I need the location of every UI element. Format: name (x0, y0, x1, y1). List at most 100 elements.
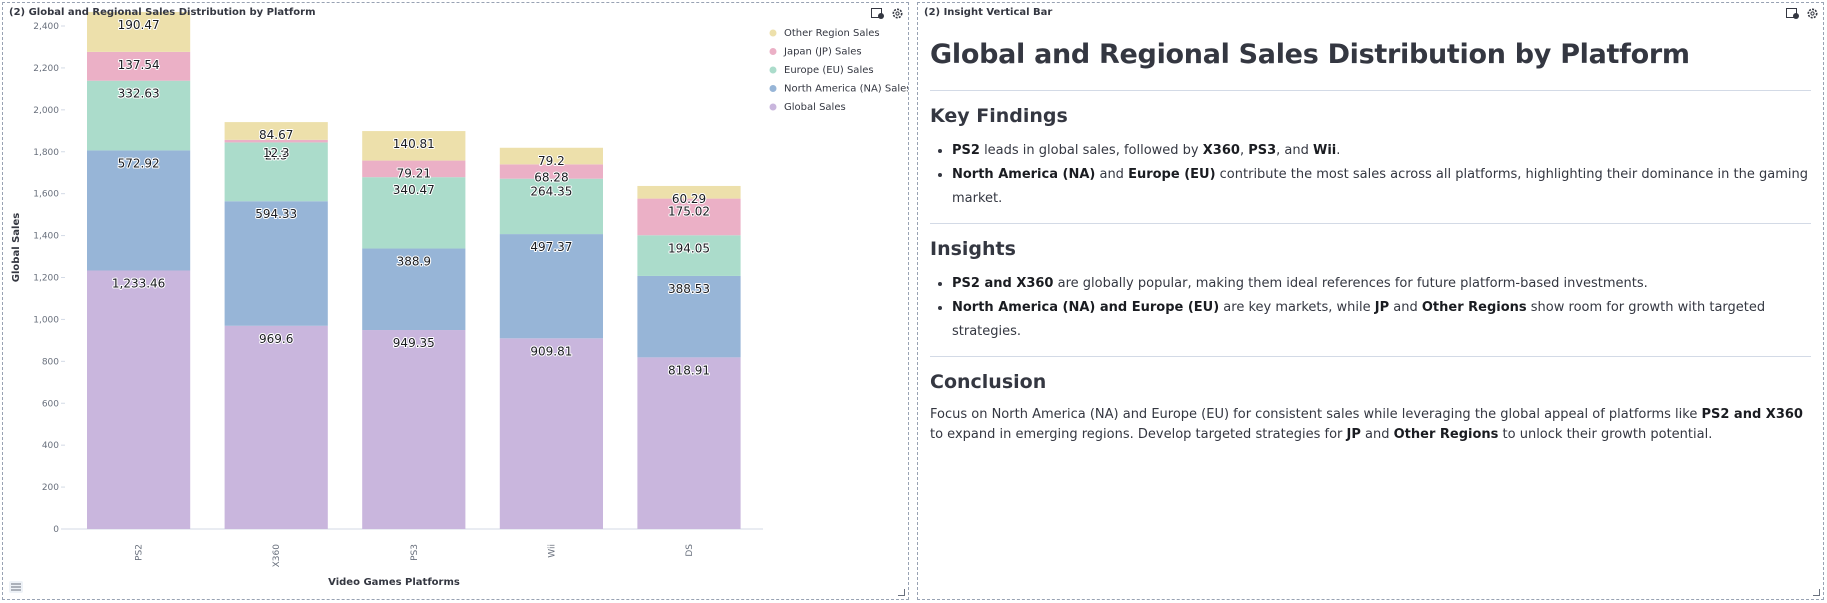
list-item-emphasis: PS3 (1248, 143, 1277, 158)
y-tick-label: 1,000 (33, 315, 59, 325)
list-item-emphasis: North America (NA) (952, 167, 1096, 182)
y-tick-label: 2,400 (33, 22, 59, 32)
legend-swatch (769, 103, 777, 111)
bar-segment (499, 338, 603, 529)
bar-data-label: 190.47 (118, 18, 160, 32)
insights-list: PS2 and X360 are globally popular, makin… (930, 272, 1811, 344)
paragraph-emphasis: Other Regions (1393, 427, 1499, 442)
list-item-text: and (1389, 300, 1422, 315)
x-axis-title: Video Games Platforms (328, 577, 460, 588)
insight-content: Global and Regional Sales Distribution b… (930, 27, 1811, 455)
insight-title: Global and Regional Sales Distribution b… (930, 39, 1690, 70)
bar-data-label: 340.47 (393, 183, 435, 197)
key-findings-heading: Key Findings (930, 105, 1068, 127)
list-item: PS2 leads in global sales, followed by X… (952, 139, 1811, 163)
gear-icon[interactable] (890, 6, 904, 20)
list-item-emphasis: PS2 and X360 (952, 276, 1054, 291)
y-tick-label: 600 (42, 399, 59, 409)
divider (930, 90, 1811, 91)
bar-data-label: 84.67 (259, 128, 293, 142)
y-tick-label: 1,200 (33, 274, 59, 284)
y-tick-label: 0 (53, 525, 59, 535)
list-item-emphasis: North America (NA) and Europe (EU) (952, 300, 1220, 315)
chart-panel: 0 200 400 600 800 1,000 1,200 1,400 1,600 1,800 2,… (2, 2, 909, 600)
list-item-emphasis: Europe (EU) (1128, 167, 1216, 182)
conclusion-heading: Conclusion (930, 371, 1047, 393)
list-item-text: , (1239, 143, 1249, 158)
legend-swatch (769, 85, 777, 92)
legend-item: North America (NA) Sales (784, 84, 908, 95)
bar-data-label: 175.02 (668, 205, 710, 219)
bar-data-label: 949.35 (393, 336, 435, 350)
bar-data-label: 497.37 (530, 240, 572, 254)
legend-item: Japan (JP) Sales (783, 47, 862, 58)
paragraph-text: to expand in emerging regions. Develop t… (930, 427, 1347, 442)
bar-data-label: 818.91 (668, 363, 710, 377)
x-tick-label: X360 (272, 544, 282, 568)
y-tick-label: 200 (42, 483, 59, 493)
export-icon[interactable] (870, 6, 884, 20)
bar-segment (87, 270, 191, 529)
list-item-emphasis: JP (1374, 300, 1390, 315)
list-item-emphasis: Wii (1313, 143, 1337, 158)
conclusion-text: Focus on North America (NA) and Europe (… (930, 405, 1811, 445)
y-tick-label: 1,600 (33, 190, 59, 200)
bar-data-label: 909.81 (530, 344, 572, 358)
list-item: North America (NA) and Europe (EU) contr… (952, 163, 1811, 211)
bar-segment (362, 330, 466, 529)
bar-data-label: 60.29 (672, 192, 706, 206)
legend-item: Other Region Sales (784, 28, 880, 39)
legend-item: Global Sales (784, 102, 846, 113)
divider (930, 356, 1811, 357)
bar-data-label: 332.63 (118, 87, 160, 101)
paragraph-text: to unlock their growth potential. (1498, 427, 1713, 442)
legend-item: Europe (EU) Sales (784, 65, 874, 76)
resize-handle[interactable] (898, 589, 905, 596)
y-axis-title: Global Sales (11, 213, 22, 282)
paragraph-text: Focus on North America (NA) and Europe (… (930, 407, 1702, 422)
list-item-text: are globally popular, making them ideal … (1053, 276, 1648, 291)
list-item-text: and (1095, 167, 1129, 182)
legend-swatch (769, 48, 777, 55)
list-item: PS2 and X360 are globally popular, makin… (952, 272, 1811, 296)
bar-segment (637, 357, 741, 529)
list-item-text: leads in global sales, followed by (979, 143, 1203, 158)
y-tick-label: 400 (42, 441, 59, 451)
stacked-bar-chart: 0 200 400 600 800 1,000 1,200 1,400 1,600 1,800 2,… (11, 11, 908, 588)
legend-swatch (769, 29, 777, 37)
bar-data-label: 969.6 (259, 332, 293, 346)
divider (930, 223, 1811, 224)
bar-data-label: 79.2 (538, 154, 565, 168)
bar-data-label: 594.33 (255, 207, 297, 221)
x-tick-label: PS3 (410, 544, 420, 561)
bar-data-label: 140.81 (393, 137, 435, 151)
bar-data-label: 68.28 (534, 170, 568, 184)
x-tick-label: Wii (547, 544, 557, 558)
bar-segment (224, 325, 328, 529)
chart-panel-actions (870, 6, 904, 20)
paragraph-emphasis: JP (1346, 427, 1361, 442)
bar-data-label: 264.35 (530, 185, 572, 199)
export-icon[interactable] (1785, 6, 1799, 20)
bar-data-label: 388.9 (397, 255, 431, 269)
legend-toggle-button[interactable] (9, 581, 23, 593)
gear-icon[interactable] (1805, 6, 1819, 20)
bar-data-label: 79.21 (397, 167, 431, 181)
chart-panel-title: (2) Global and Regional Sales Distributi… (9, 7, 316, 18)
legend-swatch (769, 66, 777, 74)
insight-panel: (2) Insight Vertical Bar Global and Regi… (917, 2, 1824, 600)
list-item-text: are key markets, while (1219, 300, 1375, 315)
list-item-text: . (1336, 143, 1341, 158)
y-tick-label: 1,400 (33, 232, 59, 242)
x-tick-label: DS (685, 544, 695, 557)
y-tick-label: 2,000 (33, 106, 59, 116)
y-tick-label: 2,200 (33, 64, 59, 74)
paragraph-emphasis: PS2 and X360 (1701, 407, 1803, 422)
bar-data-label: 1,233.46 (112, 276, 165, 290)
bar-data-label: 194.05 (668, 241, 710, 255)
bar-data-label: 12.3 (263, 146, 290, 160)
insights-heading: Insights (930, 238, 1016, 260)
resize-handle[interactable] (1813, 589, 1820, 596)
bar-data-label: 572.92 (118, 156, 160, 170)
insight-panel-title: (2) Insight Vertical Bar (924, 7, 1053, 18)
